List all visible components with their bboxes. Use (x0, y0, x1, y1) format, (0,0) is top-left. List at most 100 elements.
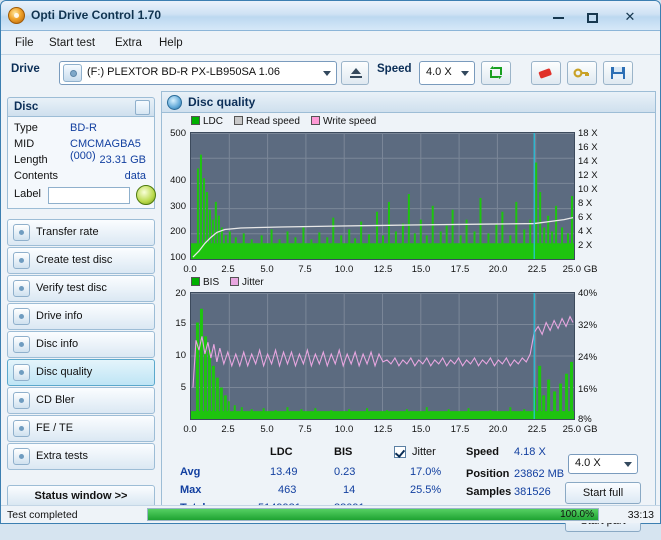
sidebar-item-create-test-disc[interactable]: Create test disc (7, 247, 155, 274)
chart-errors-plot (190, 132, 575, 260)
legend-swatch (311, 116, 320, 125)
refresh-icon (490, 66, 502, 79)
chart2-ytick-15: 15 (175, 318, 186, 329)
chart1-xtick-12_5: 12.5 (373, 264, 393, 275)
sidebar-item-label: Drive info (36, 310, 83, 322)
results-max-ldc: 463 (278, 484, 297, 496)
drive-select-value: (F:) PLEXTOR BD-R PX-LB950SA 1.06 (87, 66, 280, 78)
disc-panel: Type BD-R MID CMCMAGBA5 (000) Length 23.… (7, 117, 156, 209)
eject-button[interactable] (341, 61, 369, 85)
chart2-xtick-22_5: 22.5 (527, 424, 547, 435)
results-max-bis: 14 (343, 484, 356, 496)
sidebar-item-label: CD Bler (36, 394, 75, 406)
chart-jitter-plot (190, 292, 575, 420)
chart1-xtick-15: 15.0 (411, 264, 431, 275)
legend-jitter: Jitter (230, 277, 264, 288)
chart2-xtick-20: 20.0 (488, 424, 508, 435)
position-value: 23862 MB (514, 468, 565, 480)
disc-refresh-icon[interactable] (135, 100, 150, 115)
chart1-rtick-10x: 10 X (578, 184, 598, 195)
jitter-checkbox[interactable] (394, 446, 406, 458)
sidebar-item-verify-test-disc[interactable]: Verify test disc (7, 275, 155, 302)
menu-item-extra[interactable]: Extra (109, 35, 148, 51)
refresh-button[interactable] (481, 61, 511, 85)
results-avg-jitter: 17.0% (410, 466, 442, 478)
chart1-xtick-7_5: 7.5 (298, 264, 312, 275)
menu-item-help[interactable]: Help (153, 35, 189, 51)
chart2-xtick-15: 15.0 (411, 424, 431, 435)
chart1-rtick-16x: 16 X (578, 142, 598, 153)
title-bar: Opti Drive Control 1.70 ✕ (1, 1, 660, 31)
results-col-ldc: LDC (270, 446, 293, 458)
close-icon: ✕ (624, 9, 636, 24)
chart1-xtick-0: 0.0 (183, 264, 197, 275)
drive-label: Drive (11, 63, 40, 75)
disc-length-label: Length (14, 154, 48, 166)
sidebar-item-cd-bler[interactable]: CD Bler (7, 387, 155, 414)
sidebar-item-disc-quality[interactable]: Disc quality (7, 359, 155, 386)
progress-percent: 100.0% (560, 509, 594, 520)
legend-label: Jitter (242, 277, 264, 288)
sidebar-item-label: FE / TE (36, 422, 74, 434)
refresh-green-icon[interactable] (136, 185, 156, 205)
close-button[interactable]: ✕ (614, 5, 646, 28)
key-button[interactable] (567, 61, 597, 85)
chart2-xtick-12_5: 12.5 (373, 424, 393, 435)
jitter-checkbox-label: Jitter (412, 446, 436, 458)
maximize-button[interactable] (576, 5, 608, 28)
results-avg-ldc: 13.49 (270, 466, 298, 478)
menu-item-start-test[interactable]: Start test (43, 35, 101, 51)
disc-icon (63, 64, 82, 82)
legend-label: Write speed (323, 116, 377, 127)
sidebar-item-fe-te[interactable]: FE / TE (7, 415, 155, 442)
chart1-ytick-300: 300 (170, 201, 186, 212)
sidebar-item-drive-info[interactable]: Drive info (7, 303, 155, 330)
sidebar-item-extra-tests[interactable]: Extra tests (7, 443, 155, 470)
verify-disc-icon (13, 280, 30, 297)
results-avg-bis: 0.23 (334, 466, 356, 478)
minimize-button[interactable] (542, 5, 574, 28)
sidebar-item-label: Extra tests (36, 450, 88, 462)
sidebar-item-label: Transfer rate (36, 226, 99, 238)
maximize-icon (586, 12, 598, 23)
chart-errors-svg (191, 133, 574, 259)
chart2-rtick-32: 32% (578, 320, 598, 331)
disc-type-value: BD-R (70, 122, 97, 134)
sidebar-item-disc-info[interactable]: Disc info (7, 331, 155, 358)
elapsed-time: 33:13 (627, 509, 654, 521)
legend-swatch (191, 116, 200, 125)
chart-jitter-svg (191, 293, 574, 419)
test-speed-select[interactable]: 4.0 X (568, 454, 638, 474)
main-panel: Disc quality LDC Read speed Write speed (161, 91, 656, 532)
chart1-xtick-25: 25.0 GB (562, 264, 598, 275)
create-disc-icon (13, 252, 30, 269)
chart2-xtick-2_5: 2.5 (221, 424, 235, 435)
save-icon (611, 67, 625, 79)
chevron-down-icon (323, 71, 331, 76)
chart1-rtick-14x: 14 X (578, 156, 598, 167)
chart2-xtick-7_5: 7.5 (298, 424, 312, 435)
main-panel-header: Disc quality (162, 92, 655, 113)
legend-label: Read speed (246, 116, 300, 127)
save-button[interactable] (603, 61, 633, 85)
disc-label-input[interactable] (48, 187, 130, 204)
progress-fill (148, 509, 598, 520)
chart1-xtick-17_5: 17.5 (450, 264, 470, 275)
menu-item-file[interactable]: File (9, 35, 40, 51)
sidebar-item-transfer-rate[interactable]: Transfer rate (7, 219, 155, 246)
legend-bis: BIS (191, 277, 219, 288)
disc-panel-title: Disc (14, 101, 39, 113)
results-row-max-label: Max (180, 484, 202, 496)
status-text: Test completed (7, 509, 78, 521)
disc-quality-icon (13, 364, 30, 381)
speed-select[interactable]: 4.0 X (419, 61, 475, 85)
cd-bler-icon (13, 392, 30, 409)
erase-button[interactable] (531, 61, 561, 85)
speed-label: Speed (377, 63, 412, 75)
position-label: Position (466, 468, 510, 480)
start-full-button[interactable]: Start full (565, 482, 641, 504)
chart1-xtick-2_5: 2.5 (221, 264, 235, 275)
charts: LDC Read speed Write speed 100 200 300 4… (166, 116, 653, 532)
chart2-ytick-20: 20 (175, 288, 186, 299)
drive-select[interactable]: (F:) PLEXTOR BD-R PX-LB950SA 1.06 (59, 61, 337, 85)
